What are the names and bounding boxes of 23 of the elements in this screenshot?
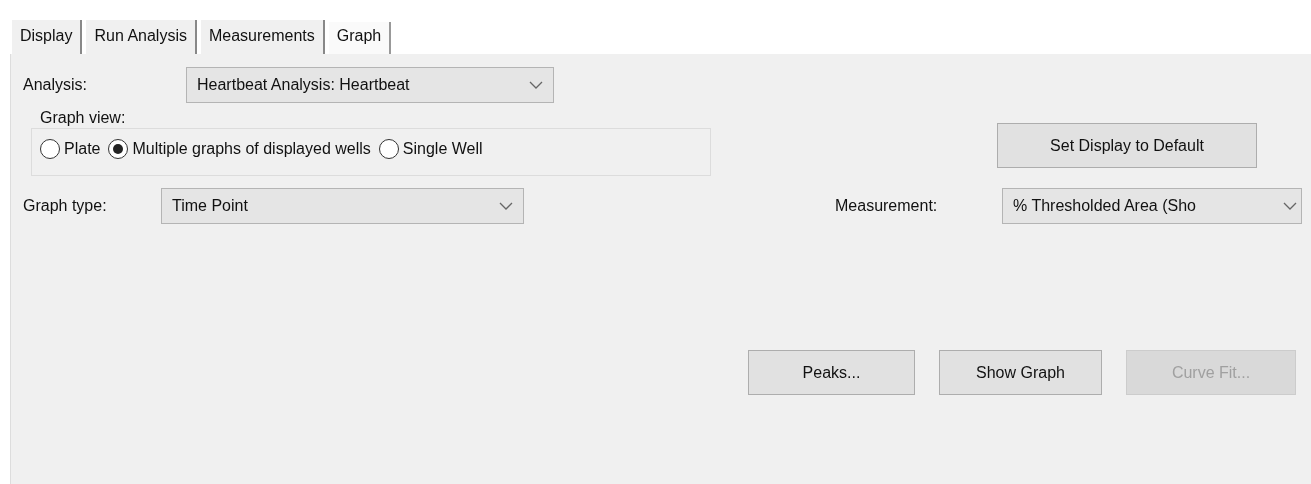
radio-button[interactable] [40,139,60,159]
chevron-icon [499,202,513,210]
radio-label[interactable]: Plate [64,137,101,161]
group-label: Graph view: [40,108,127,128]
tab[interactable]: Display [12,20,83,54]
graph-type-dropdown[interactable]: Time Point [161,188,524,224]
field-label: Measurement: [835,196,939,216]
field-label: Graph type: [23,196,108,216]
tab[interactable]: Measurements [200,20,325,54]
radio-label[interactable]: Multiple graphs of displayed wells [132,137,371,161]
set-default-button[interactable]: Set Display to Default [997,123,1257,168]
chevron-icon [1283,202,1297,210]
analysis-dropdown[interactable]: Heartbeat Analysis: Heartbeat [186,67,554,103]
measurement-dropdown[interactable]: % Thresholded Area (Sho [1002,188,1302,224]
tab[interactable]: Graph [328,22,392,54]
chevron-icon [529,81,543,89]
tab[interactable]: Run Analysis [86,20,197,54]
radio-button[interactable] [108,139,129,159]
radio-button[interactable] [378,139,399,159]
radio-label[interactable]: Single Well [402,137,483,161]
action-button[interactable]: Show Graph [939,350,1102,395]
action-button[interactable]: Peaks... [748,350,915,395]
field-label: Analysis: [23,75,89,95]
